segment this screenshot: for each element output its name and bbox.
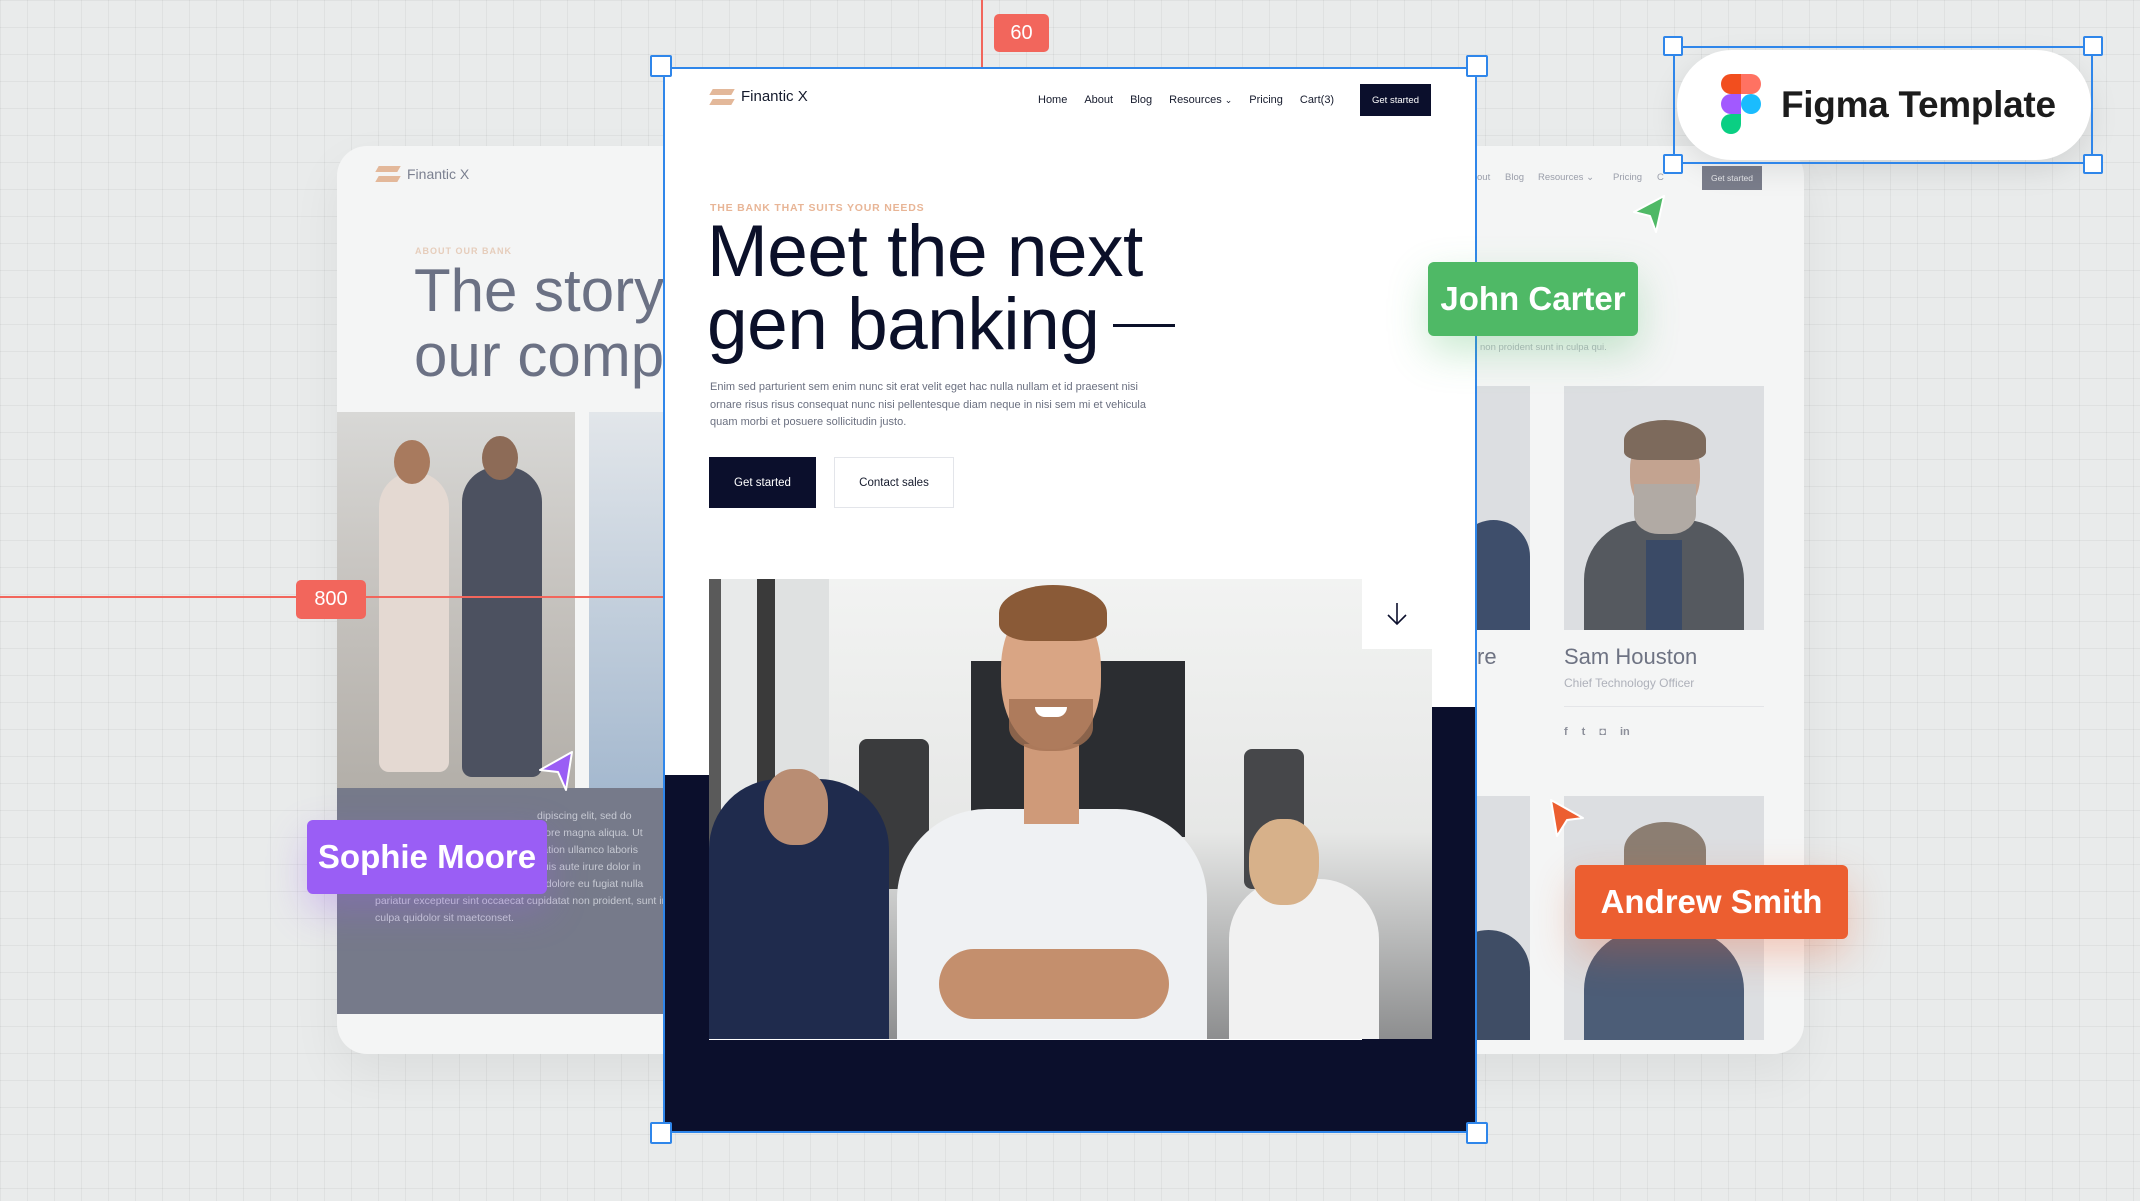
nav-link-resources[interactable]: Resources ⌄ bbox=[1169, 94, 1232, 106]
divider bbox=[1564, 706, 1764, 707]
nav-link-blog[interactable]: Blog bbox=[1130, 94, 1152, 106]
team-walking-photo bbox=[337, 412, 575, 788]
left-card-brand: Finantic X bbox=[407, 166, 470, 182]
hero-title-line1: Meet the next bbox=[707, 211, 1143, 292]
resize-handle[interactable] bbox=[650, 1122, 672, 1144]
nav-link-about[interactable]: About bbox=[1084, 94, 1113, 106]
cursor-arrow-icon bbox=[1550, 799, 1584, 837]
chevron-down-icon: ⌄ bbox=[1224, 95, 1233, 105]
chevron-down-icon: ⌄ bbox=[1586, 172, 1595, 183]
hero-description: Enim sed parturient sem enim nunc sit er… bbox=[710, 381, 1146, 428]
nav-link-pricing[interactable]: Pricing bbox=[1249, 94, 1283, 106]
team-photo bbox=[1477, 386, 1530, 630]
title-dash bbox=[1113, 324, 1176, 328]
twitter-icon[interactable]: t bbox=[1582, 726, 1586, 738]
brand-logo-icon bbox=[377, 166, 399, 182]
brand-name: Finantic X bbox=[741, 88, 808, 105]
right-card-cta[interactable]: Get started bbox=[1702, 166, 1762, 190]
resize-handle[interactable] bbox=[1663, 154, 1683, 174]
team-name: Sam Houston bbox=[1564, 644, 1698, 669]
body-line: pariatur excepteur sint occaecat cupidat… bbox=[375, 895, 668, 907]
left-card-title: The story our comp bbox=[414, 258, 664, 388]
linkedin-icon[interactable]: in bbox=[1620, 726, 1630, 738]
team-photo-sam-houston bbox=[1564, 386, 1764, 630]
collaborator-label-andrew-smith: Andrew Smith bbox=[1575, 865, 1848, 939]
cursor-arrow-icon bbox=[1633, 195, 1665, 233]
nav-link[interactable]: out bbox=[1477, 172, 1490, 183]
team-name: re bbox=[1477, 644, 1497, 669]
collaborator-label-sophie-moore: Sophie Moore bbox=[307, 820, 547, 894]
brand-logo-icon bbox=[711, 89, 733, 105]
nav-link[interactable]: Blog bbox=[1505, 172, 1524, 183]
team-photo bbox=[1477, 796, 1530, 1040]
resize-handle[interactable] bbox=[2083, 154, 2103, 174]
nav-link-label: Resources bbox=[1538, 172, 1584, 183]
spacing-badge-left: 800 bbox=[296, 580, 366, 619]
left-card-eyebrow: ABOUT OUR BANK bbox=[415, 246, 512, 256]
dark-section-bg bbox=[663, 1040, 1477, 1133]
figma-logo-icon bbox=[1721, 74, 1761, 134]
nav-link-home[interactable]: Home bbox=[1038, 94, 1067, 106]
figma-template-label: Figma Template bbox=[1781, 84, 2056, 125]
main-page-frame[interactable]: Finantic X Home About Blog Resources ⌄ Pr… bbox=[663, 67, 1477, 1133]
nav-link[interactable]: Pricing bbox=[1613, 172, 1642, 183]
left-card-title-line1: The story bbox=[414, 257, 665, 324]
hero-title-line2: gen banking bbox=[707, 284, 1100, 365]
get-started-button[interactable]: Get started bbox=[709, 457, 816, 508]
nav-link[interactable]: C bbox=[1657, 172, 1664, 183]
right-card-subtitle: non proident sunt in culpa qui. bbox=[1480, 342, 1607, 353]
spacing-badge-top: 60 bbox=[994, 14, 1049, 52]
figma-template-badge: Figma Template bbox=[1677, 50, 2091, 160]
nav-link-label: Resources bbox=[1169, 94, 1222, 106]
navbar: Finantic X Home About Blog Resources ⌄ Pr… bbox=[663, 67, 1477, 133]
resize-handle[interactable] bbox=[1466, 55, 1488, 77]
hero-title-line2-wrap: gen banking bbox=[707, 288, 1176, 361]
left-card-logo: Finantic X bbox=[377, 166, 469, 182]
contact-sales-button[interactable]: Contact sales bbox=[834, 457, 954, 508]
scroll-down-button[interactable] bbox=[1362, 579, 1432, 649]
cursor-arrow-icon bbox=[539, 751, 573, 791]
nav-links: Home About Blog Resources ⌄ Pricing Cart(… bbox=[1038, 94, 1351, 106]
resize-handle[interactable] bbox=[650, 55, 672, 77]
left-card-body-cont: pariatur excepteur sint occaecat cupidat… bbox=[375, 893, 675, 927]
nav-link[interactable]: Resources ⌄ bbox=[1538, 172, 1594, 183]
resize-handle[interactable] bbox=[1663, 36, 1683, 56]
hero-title: Meet the next gen banking bbox=[707, 211, 1176, 361]
resize-handle[interactable] bbox=[2083, 36, 2103, 56]
nav-get-started-button[interactable]: Get started bbox=[1360, 84, 1431, 116]
nav-link-cart[interactable]: Cart(3) bbox=[1300, 94, 1334, 106]
facebook-icon[interactable]: f bbox=[1564, 726, 1568, 738]
resize-handle[interactable] bbox=[1466, 1122, 1488, 1144]
brand-logo[interactable]: Finantic X bbox=[711, 88, 808, 105]
body-line: culpa quidolor sit maetconset. bbox=[375, 912, 514, 924]
hero-photo bbox=[709, 579, 1432, 1039]
arrow-down-icon bbox=[1387, 603, 1407, 626]
left-card-title-line2: our comp bbox=[414, 322, 665, 389]
vertical-spacing-guide bbox=[981, 0, 983, 67]
collaborator-label-john-carter: John Carter bbox=[1428, 262, 1638, 336]
social-links: f t ◘ in bbox=[1564, 726, 1630, 738]
instagram-icon[interactable]: ◘ bbox=[1599, 726, 1606, 738]
team-role: Chief Technology Officer bbox=[1564, 676, 1695, 690]
